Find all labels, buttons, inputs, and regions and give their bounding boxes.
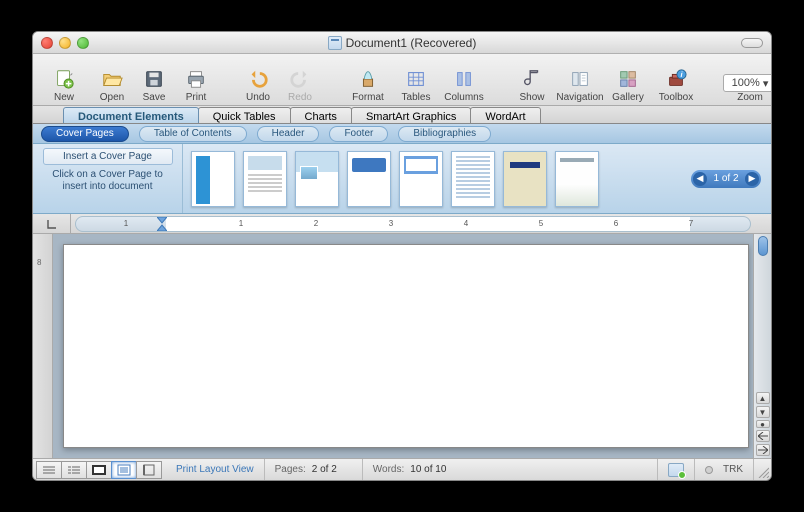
draft-view-button[interactable] xyxy=(36,461,62,479)
page-count[interactable]: Pages: 2 of 2 xyxy=(264,459,362,480)
gallery-button[interactable]: Gallery xyxy=(609,56,647,105)
subtab-footer[interactable]: Footer xyxy=(329,126,388,142)
vertical-ruler[interactable]: 8 xyxy=(33,234,53,458)
cover-page-thumb-5[interactable] xyxy=(399,151,443,207)
document-page[interactable] xyxy=(63,244,749,448)
gallery-prev-button[interactable]: ◀ xyxy=(693,172,707,186)
subtab-bibliographies[interactable]: Bibliographies xyxy=(398,126,491,142)
redo-button[interactable]: Redo xyxy=(281,56,319,105)
status-dot-icon xyxy=(705,466,713,474)
toolbox-button[interactable]: i Toolbox xyxy=(651,56,701,105)
book-icon xyxy=(668,463,684,477)
view-mode-label: Print Layout View xyxy=(166,459,264,480)
browse-object-button[interactable]: ● xyxy=(756,420,770,428)
track-changes-status[interactable]: TRK xyxy=(694,459,753,480)
zoom-control[interactable]: 100% ▾ Zoom xyxy=(725,56,772,105)
window-title: Document1 (Recovered) xyxy=(33,36,771,50)
document-canvas[interactable] xyxy=(53,234,753,458)
new-button[interactable]: New xyxy=(39,56,89,105)
gallery-next-button[interactable]: ▶ xyxy=(745,172,759,186)
scroll-thumb[interactable] xyxy=(758,236,768,256)
notebook-view-button[interactable] xyxy=(136,461,162,479)
print-button[interactable]: Print xyxy=(177,56,215,105)
gallery-section-label: Insert a Cover Page Click on a Cover Pag… xyxy=(33,144,183,213)
window-title-text: Document1 (Recovered) xyxy=(346,36,477,50)
titlebar: Document1 (Recovered) xyxy=(33,32,771,54)
cover-page-thumb-6[interactable] xyxy=(451,151,495,207)
open-button[interactable]: Open xyxy=(93,56,131,105)
document-icon xyxy=(328,36,342,50)
word-count[interactable]: Words: 10 of 10 xyxy=(362,459,461,480)
outline-view-button[interactable] xyxy=(61,461,87,479)
tab-document-elements[interactable]: Document Elements xyxy=(63,107,199,123)
indent-marker[interactable] xyxy=(157,217,167,225)
subtab-cover-pages[interactable]: Cover Pages xyxy=(41,126,129,142)
cover-page-thumb-7[interactable] xyxy=(503,151,547,207)
print-layout-view-button[interactable] xyxy=(111,461,137,479)
tab-smartart[interactable]: SmartArt Graphics xyxy=(351,107,471,123)
document-area: 8 ▲ ▼ ● xyxy=(33,234,771,458)
gallery-pager: ◀ 1 of 2 ▶ xyxy=(691,170,761,188)
status-bar: Print Layout View Pages: 2 of 2 Words: 1… xyxy=(33,458,771,480)
tab-wordart[interactable]: WordArt xyxy=(470,107,540,123)
columns-button[interactable]: Columns xyxy=(439,56,489,105)
subtab-table-of-contents[interactable]: Table of Contents xyxy=(139,126,247,142)
main-toolbar: New Open Save Print Undo Redo xyxy=(33,54,771,106)
cover-page-thumb-8[interactable] xyxy=(555,151,599,207)
scroll-up-button[interactable]: ▲ xyxy=(756,392,770,404)
subtab-header[interactable]: Header xyxy=(257,126,320,142)
save-button[interactable]: Save xyxy=(135,56,173,105)
tab-quick-tables[interactable]: Quick Tables xyxy=(198,107,291,123)
next-page-button[interactable] xyxy=(756,444,770,456)
format-button[interactable]: Format xyxy=(343,56,393,105)
navigation-button[interactable]: Navigation xyxy=(555,56,605,105)
prev-page-button[interactable] xyxy=(756,430,770,442)
ribbon-tabs: Document Elements Quick Tables Charts Sm… xyxy=(33,106,771,124)
undo-button[interactable]: Undo xyxy=(239,56,277,105)
tab-selector[interactable] xyxy=(33,214,71,233)
app-window: Document1 (Recovered) New Open Save Prin… xyxy=(32,31,772,481)
tab-charts[interactable]: Charts xyxy=(290,107,352,123)
resize-grip[interactable] xyxy=(753,459,771,480)
cover-page-thumb-4[interactable] xyxy=(347,151,391,207)
tables-button[interactable]: Tables xyxy=(397,56,435,105)
cover-page-thumb-1[interactable] xyxy=(191,151,235,207)
cover-page-thumb-2[interactable] xyxy=(243,151,287,207)
gallery-bar: Insert a Cover Page Click on a Cover Pag… xyxy=(33,144,771,214)
show-button[interactable]: Show xyxy=(513,56,551,105)
cover-page-thumb-3[interactable] xyxy=(295,151,339,207)
publishing-view-button[interactable] xyxy=(86,461,112,479)
ribbon-subtabs: Cover Pages Table of Contents Header Foo… xyxy=(33,124,771,144)
horizontal-ruler-area: 1 1 2 3 4 5 6 7 xyxy=(33,214,771,234)
view-mode-buttons xyxy=(33,461,166,479)
vertical-scrollbar[interactable]: ▲ ▼ ● xyxy=(753,234,771,458)
scroll-down-button[interactable]: ▼ xyxy=(756,406,770,418)
horizontal-ruler[interactable]: 1 1 2 3 4 5 6 7 xyxy=(75,216,751,232)
spellcheck-status[interactable] xyxy=(657,459,694,480)
gallery-thumbnails xyxy=(183,151,681,207)
